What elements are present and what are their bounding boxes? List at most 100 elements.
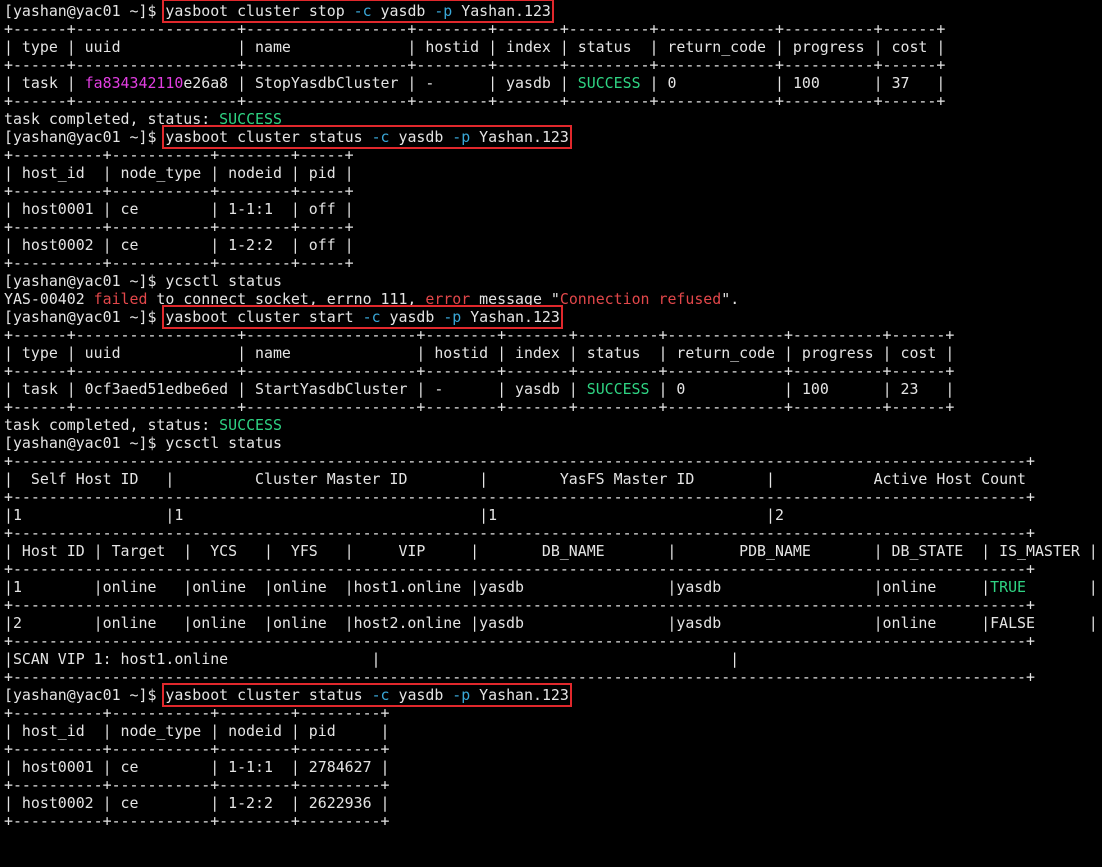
terminal-line: task completed, status: SUCCESS [4, 110, 1100, 128]
terminal-line: +---------------------------------------… [4, 596, 1100, 614]
terminal-text: |1 |online |online |online |host1.online… [4, 578, 991, 596]
terminal-text: |SCAN VIP 1: host1.online | | | [4, 650, 1102, 668]
highlighted-command-text: Yashan.123 [470, 686, 569, 704]
terminal-text: +------+------------------+-------------… [4, 56, 946, 74]
terminal-text: +----------+-----------+--------+-----+ [4, 254, 354, 272]
terminal-line: | task | fa834342110e26a8 | StopYasdbClu… [4, 74, 1100, 92]
terminal-text: ". [721, 290, 740, 308]
terminal-line: +---------------------------------------… [4, 488, 1100, 506]
terminal-line: | host_id | node_type | nodeid | pid | [4, 722, 1100, 740]
terminal-text: | Self Host ID | Cluster Master ID | Yas… [4, 470, 1102, 488]
terminal-text: | host_id | node_type | nodeid | pid | [4, 164, 354, 182]
highlighted-command-text: -p [452, 128, 471, 146]
terminal-text: +------+------------------+-------------… [4, 326, 955, 344]
highlighted-command-text: Yashan.123 [461, 308, 560, 326]
terminal-line: +------+------------------+-------------… [4, 398, 1100, 416]
terminal-line: | host0002 | ce | 1-2:2 | 2622936 | [4, 794, 1100, 812]
terminal-text: | type | uuid | name | hostid | index | … [4, 344, 955, 362]
terminal-line: | type | uuid | name | hostid | index | … [4, 344, 1100, 362]
terminal-text: +---------------------------------------… [4, 632, 1035, 650]
terminal-text: [yashan@yac01 ~]$ [4, 2, 166, 20]
terminal-text: +---------------------------------------… [4, 596, 1035, 614]
highlighted-command-text: yasboot cluster status [165, 686, 372, 704]
terminal-text: | host0002 | ce | 1-2:2 | off | [4, 236, 354, 254]
highlighted-command-box: yasboot cluster stop -c yasdb -p Yashan.… [162, 0, 554, 23]
highlighted-command-text: yasboot cluster status [165, 128, 372, 146]
terminal-text: task completed, status: [4, 416, 220, 434]
terminal-line: +------+------------------+-------------… [4, 56, 1100, 74]
terminal-text: +------+------------------+-------------… [4, 362, 955, 380]
terminal-text: error [425, 290, 471, 308]
terminal-text: | 0 | 100 | 23 | [649, 380, 955, 398]
terminal-text: YAS-00402 [4, 290, 94, 308]
highlighted-command-text: yasboot cluster stop [165, 2, 354, 20]
terminal-text: | task | 0cf3aed51edbe6ed | StartYasdbCl… [4, 380, 587, 398]
terminal-line: +----------+-----------+--------+-------… [4, 740, 1100, 758]
terminal-line: [yashan@yac01 ~]$ yasboot cluster status… [4, 125, 1100, 149]
highlighted-command-text: -c [371, 686, 390, 704]
terminal-text: +---------------------------------------… [4, 452, 1035, 470]
highlighted-command-text: yasdb [389, 128, 453, 146]
terminal-line: [yashan@yac01 ~]$ yasboot cluster start … [4, 305, 1100, 329]
terminal-line: | host0001 | ce | 1-1:1 | 2784627 | [4, 758, 1100, 776]
terminal-text: [yashan@yac01 ~]$ [4, 128, 166, 146]
terminal-line: +------+------------------+-------------… [4, 326, 1100, 344]
terminal-line: |SCAN VIP 1: host1.online | | | [4, 650, 1100, 668]
terminal-line: +------+------------------+-------------… [4, 20, 1100, 38]
terminal-text: +----------+-----------+--------+-------… [4, 776, 390, 794]
terminal-text: | [1026, 578, 1098, 596]
terminal-text: | 0 | 100 | 37 | [640, 74, 946, 92]
highlighted-command-text: Yashan.123 [470, 128, 569, 146]
terminal-line: +---------------------------------------… [4, 452, 1100, 470]
highlighted-command-text: -c [371, 128, 390, 146]
highlighted-command-box: yasboot cluster start -c yasdb -p Yashan… [162, 305, 563, 329]
terminal-text: | task | [4, 74, 85, 92]
terminal-text: SUCCESS [219, 110, 282, 128]
terminal-text: |2 |online |online |online |host2.online… [4, 614, 1098, 632]
terminal-text: +---------------------------------------… [4, 524, 1035, 542]
terminal-line: +----------+-----------+--------+-----+ [4, 218, 1100, 236]
terminal-text: [yashan@yac01 ~]$ [4, 686, 166, 704]
terminal-text: +------+------------------+-------------… [4, 92, 946, 110]
terminal-line: +---------------------------------------… [4, 632, 1100, 650]
highlighted-command-text: -p [434, 2, 453, 20]
terminal-text: e26a8 | StopYasdbCluster | - | yasdb | [183, 74, 578, 92]
highlighted-command-text: -p [452, 686, 471, 704]
terminal-line: | Host ID | Target | YCS | YFS | VIP | D… [4, 542, 1100, 560]
terminal-text: [yashan@yac01 ~]$ ycsctl status [4, 434, 282, 452]
terminal-line: YAS-00402 failed to connect socket, errn… [4, 290, 1100, 308]
terminal-line: +------+------------------+-------------… [4, 362, 1100, 380]
terminal-line: +----------+-----------+--------+-----+ [4, 254, 1100, 272]
terminal-text: | host0001 | ce | 1-1:1 | 2784627 | [4, 758, 390, 776]
terminal-line: +----------+-----------+--------+-----+ [4, 146, 1100, 164]
terminal-line: +----------+-----------+--------+-------… [4, 776, 1100, 794]
terminal-text: | host_id | node_type | nodeid | pid | [4, 722, 390, 740]
highlighted-command-text: -p [443, 308, 462, 326]
terminal-line: |2 |online |online |online |host2.online… [4, 614, 1100, 632]
terminal-text: SUCCESS [219, 416, 282, 434]
terminal-line: [yashan@yac01 ~]$ ycsctl status [4, 434, 1100, 452]
terminal-text: to connect socket, errno 111, [147, 290, 426, 308]
highlighted-command-text: yasboot cluster start [165, 308, 363, 326]
highlighted-command-text: -c [353, 2, 372, 20]
terminal-line: |1 |online |online |online |host1.online… [4, 578, 1100, 596]
terminal-window: { "terminal": { "colors": { "background"… [0, 0, 1102, 867]
terminal-text: Connection refused [559, 290, 722, 308]
terminal-line: task completed, status: SUCCESS [4, 416, 1100, 434]
terminal-text: | type | uuid | name | hostid | index | … [4, 38, 946, 56]
terminal-line: +----------+-----------+--------+-------… [4, 704, 1100, 722]
terminal-line: | host0001 | ce | 1-1:1 | off | [4, 200, 1100, 218]
highlighted-command-text: Yashan.123 [452, 2, 551, 20]
terminal-text: message " [470, 290, 560, 308]
terminal-line: | task | 0cf3aed51edbe6ed | StartYasdbCl… [4, 380, 1100, 398]
terminal-text: +----------+-----------+--------+-----+ [4, 182, 354, 200]
terminal-line: +------+------------------+-------------… [4, 92, 1100, 110]
terminal-text: +---------------------------------------… [4, 668, 1035, 686]
highlighted-command-text: yasdb [380, 308, 444, 326]
terminal-text: |1 |1 |1 |2 | [4, 506, 1102, 524]
terminal-line: +----------+-----------+--------+-------… [4, 812, 1100, 830]
terminal-line: | Self Host ID | Cluster Master ID | Yas… [4, 470, 1100, 488]
terminal-output[interactable]: [yashan@yac01 ~]$ yasboot cluster stop -… [4, 0, 1102, 830]
terminal-text: +------+------------------+-------------… [4, 398, 955, 416]
terminal-text: | Host ID | Target | YCS | YFS | VIP | D… [4, 542, 1098, 560]
